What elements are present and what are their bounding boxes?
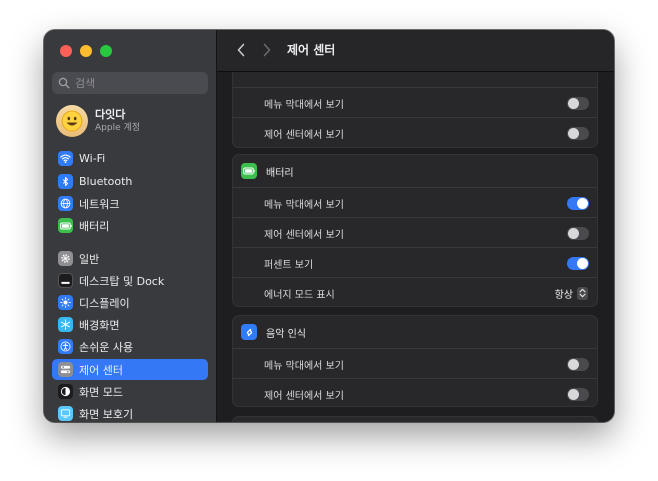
sun-icon <box>58 295 73 310</box>
sidebar-item-battery[interactable]: 배터리 <box>52 215 208 236</box>
settings-window: 다잇다 Apple 계정 Wi-Fi Bluetooth 네트워크 <box>44 30 614 422</box>
zoom-window-button[interactable] <box>100 45 112 57</box>
sidebar-item-label: 화면 모드 <box>79 385 123 399</box>
shazam-icon <box>241 324 257 340</box>
chevron-left-icon <box>237 43 245 57</box>
setting-row: 제어 센터에서 보기 <box>233 378 597 409</box>
search-field[interactable] <box>52 72 208 94</box>
music-control-center-toggle[interactable] <box>567 387 589 401</box>
sidebar-item-label: Wi-Fi <box>79 152 106 165</box>
sidebar-item-label: 네트워크 <box>79 197 120 211</box>
control-center-toggle[interactable] <box>567 126 589 140</box>
music-recognition-group: 음악 인식 메뉴 막대에서 보기 제어 센터에서 보기 <box>232 315 598 407</box>
setting-label: 제어 센터에서 보기 <box>264 129 344 141</box>
bluetooth-icon <box>58 174 73 189</box>
wifi-icon <box>58 151 73 166</box>
sidebar-item-label: 데스크탑 및 Dock <box>79 274 165 288</box>
dock-icon <box>58 273 73 288</box>
sidebar-item-bluetooth[interactable]: Bluetooth <box>52 171 208 192</box>
setting-label: 메뉴 막대에서 보기 <box>264 360 344 372</box>
show-percentage-toggle[interactable] <box>567 256 589 270</box>
snowflake-icon <box>58 317 73 332</box>
sidebar-item-general[interactable]: 일반 <box>52 248 208 269</box>
battery-menu-bar-toggle[interactable] <box>567 196 589 210</box>
control-center-icon <box>58 362 73 377</box>
sidebar-item-label: 배경화면 <box>79 318 120 332</box>
sidebar-item-appearance[interactable]: 화면 모드 <box>52 381 208 402</box>
sidebar-item-label: 일반 <box>79 252 100 266</box>
group-title: 음악 인식 <box>266 328 306 340</box>
sidebar-item-label: 디스플레이 <box>79 296 130 310</box>
sidebar-item-label: 배터리 <box>79 219 110 233</box>
sidebar-item-desktop-dock[interactable]: 데스크탑 및 Dock <box>52 270 208 291</box>
setting-row: 에너지 모드 표시 항상 <box>233 277 597 308</box>
setting-row: 메뉴 막대에서 보기 <box>233 87 597 118</box>
search-icon <box>58 77 70 89</box>
sidebar-item-screensaver[interactable]: 화면 보호기 <box>52 403 208 422</box>
sidebar-item-wallpaper[interactable]: 배경화면 <box>52 314 208 335</box>
group-title: 배터리 <box>266 167 294 179</box>
setting-label: 메뉴 막대에서 보기 <box>264 99 344 111</box>
accessibility-icon <box>58 339 73 354</box>
chevron-right-icon <box>263 43 271 57</box>
chevron-up-down-icon <box>577 286 588 300</box>
battery-control-center-toggle[interactable] <box>567 226 589 240</box>
traffic-lights <box>60 45 112 57</box>
screensaver-icon <box>58 406 73 421</box>
main-pane: 제어 센터 메뉴 막대에서 보기 제어 센터에서 보기 배터리 메뉴 막대에서 … <box>217 30 614 422</box>
sidebar-item-displays[interactable]: 디스플레이 <box>52 292 208 313</box>
setting-row: 메뉴 막대에서 보기 <box>233 348 597 379</box>
toolbar: 제어 센터 <box>217 30 614 72</box>
sidebar-item-label: Bluetooth <box>79 175 133 188</box>
sidebar: 다잇다 Apple 계정 Wi-Fi Bluetooth 네트워크 <box>44 30 217 422</box>
battery-group: 배터리 메뉴 막대에서 보기 제어 센터에서 보기 퍼센트 보기 에너지 모드 … <box>232 154 598 307</box>
setting-label: 제어 센터에서 보기 <box>264 390 344 402</box>
group-header: 배터리 <box>233 155 599 187</box>
menu-bar-toggle[interactable] <box>567 96 589 110</box>
smiley-avatar-icon <box>61 110 83 132</box>
avatar <box>56 105 88 137</box>
energy-mode-popup[interactable]: 항상 <box>555 286 588 301</box>
group-header: 음악 인식 <box>233 316 599 348</box>
settings-group-partial: 메뉴 막대에서 보기 제어 센터에서 보기 <box>232 72 598 148</box>
search-input[interactable] <box>75 76 205 90</box>
gear-icon <box>58 251 73 266</box>
settings-content: 메뉴 막대에서 보기 제어 센터에서 보기 배터리 메뉴 막대에서 보기 제어 … <box>217 72 614 422</box>
account-row[interactable]: 다잇다 Apple 계정 <box>56 104 140 138</box>
close-window-button[interactable] <box>60 45 72 57</box>
setting-label: 메뉴 막대에서 보기 <box>264 199 344 211</box>
appearance-icon <box>58 384 73 399</box>
forward-button[interactable] <box>259 42 275 58</box>
sidebar-item-label: 제어 센터 <box>79 363 123 377</box>
setting-row: 메뉴 막대에서 보기 <box>233 187 597 218</box>
setting-row: 제어 센터에서 보기 <box>233 117 597 148</box>
sidebar-item-wifi[interactable]: Wi-Fi <box>52 148 208 169</box>
account-subtitle: Apple 계정 <box>95 123 141 133</box>
sidebar-item-label: 화면 보호기 <box>79 407 134 421</box>
music-menu-bar-toggle[interactable] <box>567 357 589 371</box>
setting-label: 에너지 모드 표시 <box>264 289 335 301</box>
popup-value: 항상 <box>554 289 573 301</box>
setting-label: 퍼센트 보기 <box>264 259 314 271</box>
battery-icon <box>58 218 73 233</box>
setting-row: 제어 센터에서 보기 <box>233 217 597 248</box>
setting-label: 제어 센터에서 보기 <box>264 229 344 241</box>
setting-row: 퍼센트 보기 <box>233 247 597 278</box>
battery-icon <box>241 163 257 179</box>
minimize-window-button[interactable] <box>80 45 92 57</box>
sidebar-item-control-center[interactable]: 제어 센터 <box>52 359 208 380</box>
globe-icon <box>58 196 73 211</box>
sidebar-item-network[interactable]: 네트워크 <box>52 193 208 214</box>
sidebar-item-label: 손쉬운 사용 <box>79 340 134 354</box>
sidebar-item-accessibility[interactable]: 손쉬운 사용 <box>52 336 208 357</box>
group-header <box>233 72 599 77</box>
back-button[interactable] <box>233 42 249 58</box>
page-title: 제어 센터 <box>287 43 336 57</box>
settings-group-next <box>232 416 598 422</box>
account-name: 다잇다 <box>95 108 126 121</box>
